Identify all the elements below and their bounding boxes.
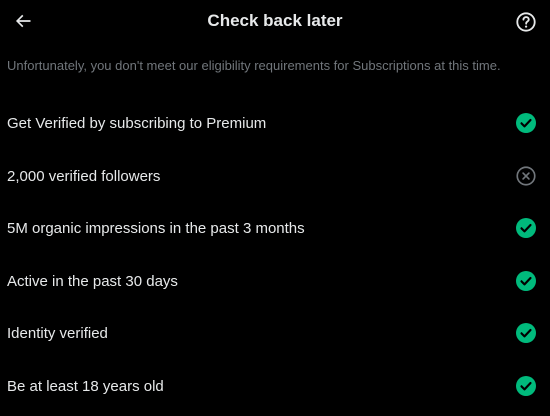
requirements-list: Get Verified by subscribing to Premium 2,…: [0, 97, 550, 413]
requirement-label: Identity verified: [7, 325, 108, 343]
header: Check back later: [0, 0, 550, 42]
requirement-label: 5M organic impressions in the past 3 mon…: [7, 220, 305, 238]
requirement-item: Identity verified: [0, 307, 550, 360]
requirement-label: Be at least 18 years old: [7, 377, 164, 395]
requirement-item: 5M organic impressions in the past 3 mon…: [0, 202, 550, 255]
requirement-item: Be at least 18 years old: [0, 360, 550, 413]
question-circle-icon: [516, 12, 536, 32]
check-circle-icon: [516, 113, 536, 133]
check-circle-icon: [516, 323, 536, 344]
check-circle-icon: [516, 270, 536, 291]
help-button[interactable]: [512, 8, 540, 36]
requirement-item: Active in the past 30 days: [0, 255, 550, 308]
requirement-label: Get Verified by subscribing to Premium: [7, 115, 267, 132]
requirement-label: Active in the past 30 days: [7, 272, 178, 290]
check-circle-icon: [516, 218, 536, 239]
check-circle-icon: [516, 375, 536, 396]
requirement-label: 2,000 verified followers: [7, 167, 161, 185]
requirement-item: Get Verified by subscribing to Premium: [0, 97, 550, 150]
requirement-item: 2,000 verified followers: [0, 150, 550, 203]
x-circle-icon: [516, 166, 536, 186]
eligibility-message: Unfortunately, you don't meet our eligib…: [7, 58, 501, 73]
page-title: Check back later: [207, 11, 343, 30]
